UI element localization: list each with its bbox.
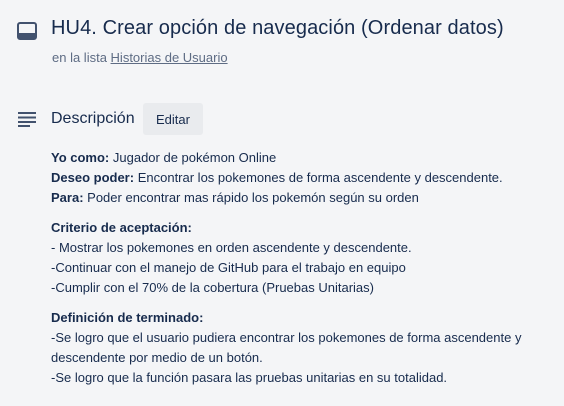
card-title[interactable]: HU4. Crear opción de navegación (Ordenar… (51, 17, 504, 40)
done-item: -Se logro que el usuario pudiera encontr… (51, 330, 522, 365)
acceptance-item: - Mostrar los pokemones en orden ascende… (51, 240, 412, 255)
so-label: Para: (51, 190, 84, 205)
done-block: Definición de terminado: -Se logro que e… (51, 308, 561, 388)
done-heading: Definición de terminado: (51, 310, 204, 325)
acceptance-block: Criterio de aceptación: - Mostrar los po… (51, 218, 561, 298)
user-story-block: Yo como: Jugador de pokémon Online Deseo… (51, 148, 561, 208)
as-label: Yo como: (51, 150, 110, 165)
want-label: Deseo poder: (51, 170, 135, 185)
description-icon (18, 112, 36, 127)
list-prefix: en la lista (52, 50, 107, 65)
edit-description-button[interactable]: Editar (143, 103, 203, 135)
acceptance-heading: Criterio de aceptación: (51, 220, 192, 235)
list-reference: en la lista Historias de Usuario (52, 50, 228, 65)
card-icon (17, 22, 37, 40)
description-body[interactable]: Yo como: Jugador de pokémon Online Deseo… (51, 148, 561, 398)
so-value: Poder encontrar mas rápido los pokemón s… (87, 190, 419, 205)
user-story-as: Yo como: Jugador de pokémon Online (51, 148, 561, 168)
as-value: Jugador de pokémon Online (112, 150, 277, 165)
description-heading: Descripción (51, 110, 135, 127)
done-item: -Se logro que la función pasara las prue… (51, 370, 448, 385)
acceptance-item: -Continuar con el manejo de GitHub para … (51, 260, 406, 275)
list-link[interactable]: Historias de Usuario (111, 50, 228, 65)
want-value: Encontrar los pokemones de forma ascende… (137, 170, 503, 185)
user-story-want: Deseo poder: Encontrar los pokemones de … (51, 168, 561, 188)
acceptance-item: -Cumplir con el 70% de la cobertura (Pru… (51, 280, 374, 295)
card-detail-page: HU4. Crear opción de navegación (Ordenar… (0, 0, 564, 406)
user-story-so: Para: Poder encontrar mas rápido los pok… (51, 188, 561, 208)
